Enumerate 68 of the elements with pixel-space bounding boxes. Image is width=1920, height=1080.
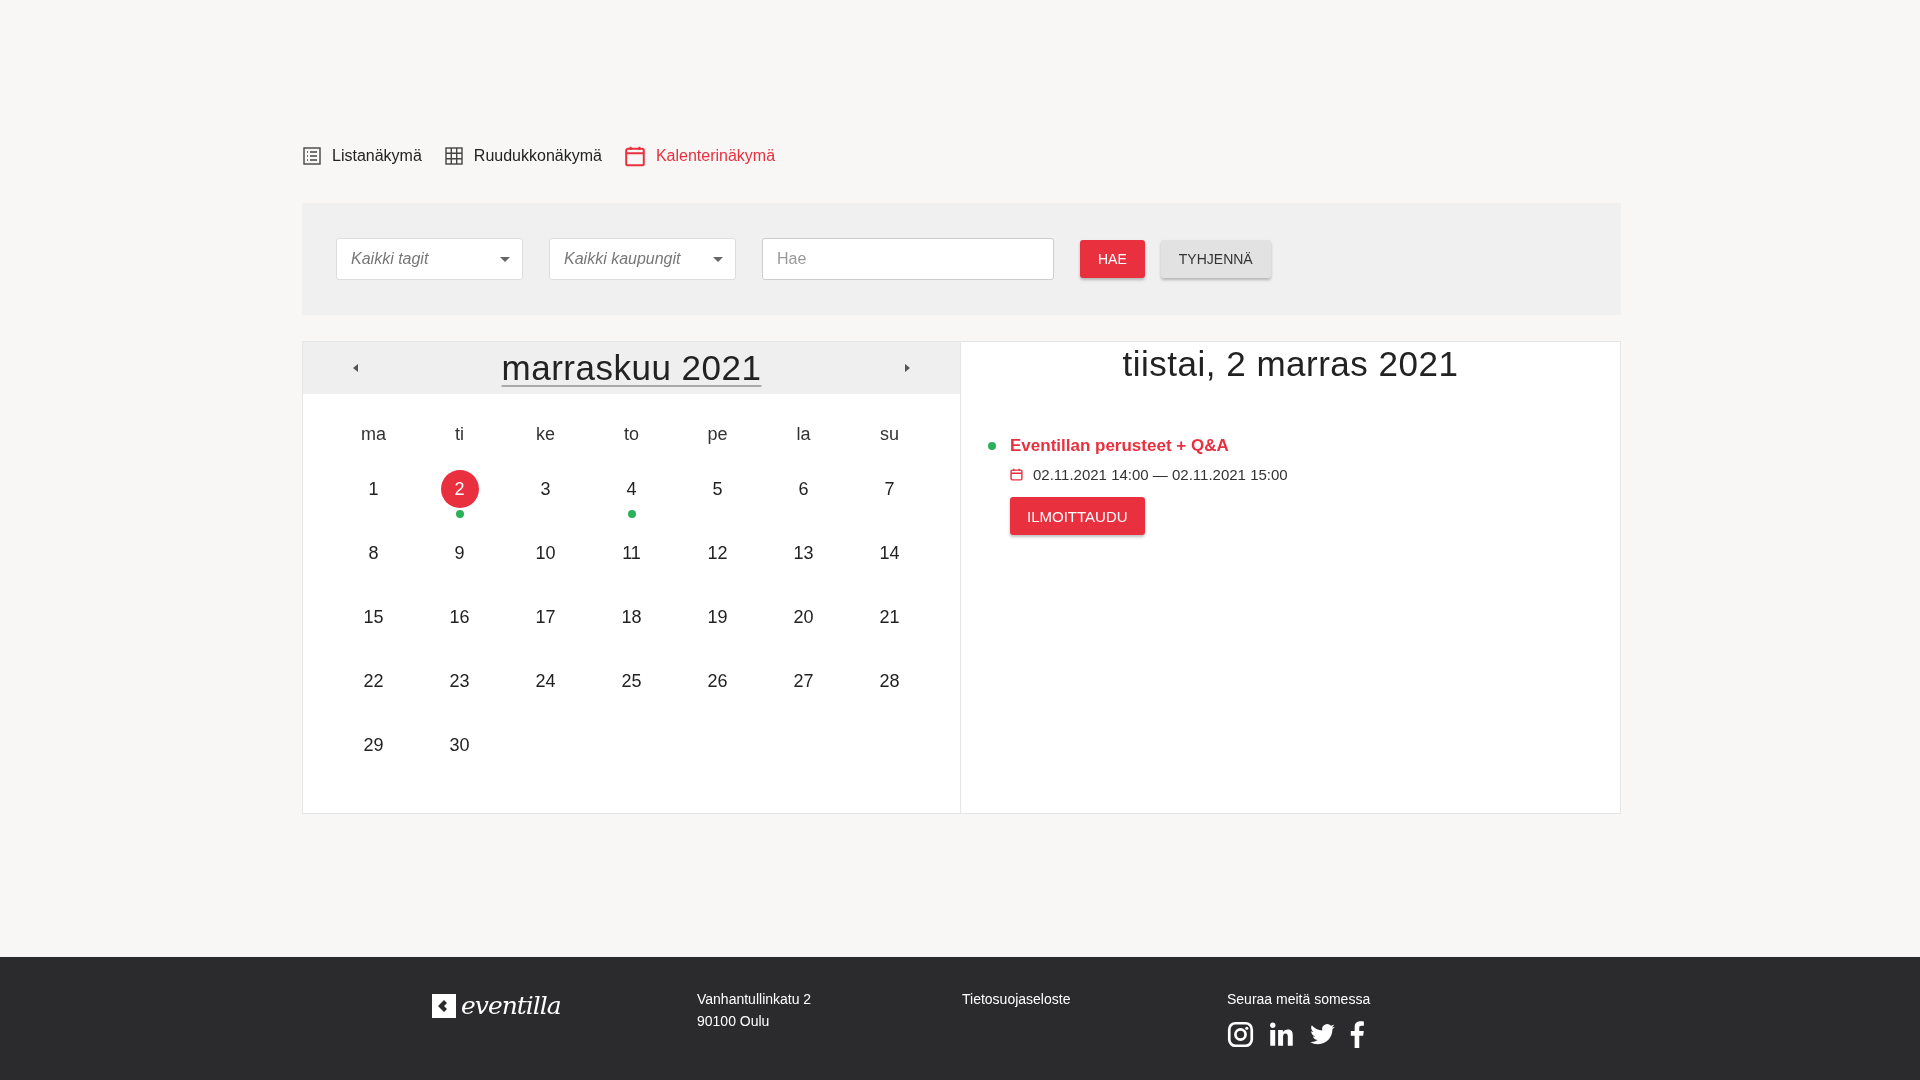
- clear-button[interactable]: TYHJENNÄ: [1160, 240, 1271, 278]
- day-number[interactable]: 15: [354, 598, 393, 636]
- weekday-label: la: [795, 422, 812, 446]
- day-number[interactable]: 7: [870, 470, 909, 508]
- day-number[interactable]: 12: [698, 534, 737, 572]
- weekday-label: ti: [454, 422, 465, 446]
- view-tab[interactable]: Listanäkymä: [302, 146, 422, 166]
- weekday-label: su: [879, 422, 900, 446]
- selected-day-title: tiistai, 2 marras 2021: [1121, 343, 1460, 384]
- calendar-icon: [1010, 468, 1023, 481]
- instagram-icon[interactable]: [1227, 1021, 1254, 1048]
- day-number[interactable]: 2: [440, 470, 479, 508]
- day-number[interactable]: 4: [612, 470, 651, 508]
- day-number[interactable]: 24: [526, 662, 565, 700]
- day-number[interactable]: 11: [612, 534, 651, 572]
- day-number[interactable]: 13: [784, 534, 823, 572]
- day-number[interactable]: 25: [612, 662, 651, 700]
- register-button[interactable]: ILMOITTAUDU: [1010, 497, 1145, 535]
- caret-icon: [500, 256, 510, 262]
- event-time: 02.11.2021 14:00 — 02.11.2021 15:00: [1033, 466, 1288, 483]
- tags-dropdown[interactable]: Kaikki tagit: [336, 238, 523, 280]
- day-number[interactable]: 27: [784, 662, 823, 700]
- address-line: 90100 Oulu: [697, 1013, 771, 1029]
- day-number[interactable]: 19: [698, 598, 737, 636]
- day-number[interactable]: 28: [870, 662, 909, 700]
- logo-text[interactable]: eventilla: [461, 991, 561, 1020]
- day-number[interactable]: 8: [354, 534, 393, 572]
- day-number[interactable]: 30: [440, 726, 479, 764]
- day-number[interactable]: 5: [698, 470, 737, 508]
- search-field[interactable]: Hae: [762, 238, 1054, 280]
- day-number[interactable]: 29: [354, 726, 393, 764]
- linkedin-icon[interactable]: [1268, 1021, 1295, 1048]
- day-number[interactable]: 18: [612, 598, 651, 636]
- day-number[interactable]: 16: [440, 598, 479, 636]
- day-number[interactable]: 1: [354, 470, 393, 508]
- privacy-link[interactable]: Tietosuojaseloste: [962, 991, 1227, 1007]
- day-number[interactable]: 10: [526, 534, 565, 572]
- weekday-label: ma: [360, 422, 387, 446]
- facebook-icon[interactable]: [1350, 1021, 1364, 1048]
- event-title-link[interactable]: Eventillan perusteet + Q&A: [1010, 436, 1229, 456]
- day-number[interactable]: 23: [440, 662, 479, 700]
- logo-icon: [432, 993, 456, 1018]
- day-number[interactable]: 9: [440, 534, 479, 572]
- day-number[interactable]: 17: [526, 598, 565, 636]
- day-number[interactable]: 21: [870, 598, 909, 636]
- view-tab[interactable]: Ruudukkonäkymä: [443, 146, 602, 166]
- day-number[interactable]: 3: [526, 470, 565, 508]
- social-heading: Seuraa meitä somessa: [1227, 991, 1372, 1007]
- list-icon: [302, 146, 322, 166]
- weekday-label: to: [623, 422, 640, 446]
- day-number[interactable]: 6: [784, 470, 823, 508]
- day-number[interactable]: 14: [870, 534, 909, 572]
- day-number[interactable]: 22: [354, 662, 393, 700]
- city-dropdown[interactable]: Kaikki kaupungit: [549, 238, 736, 280]
- caret-icon: [713, 256, 723, 262]
- day-number[interactable]: 26: [698, 662, 737, 700]
- day-number[interactable]: 20: [784, 598, 823, 636]
- event-dot: [988, 442, 996, 450]
- view-tab[interactable]: Kalenterinäkymä: [623, 145, 776, 167]
- next-month-icon[interactable]: [905, 364, 910, 372]
- month-title: marraskuu 2021: [501, 348, 762, 388]
- search-button[interactable]: HAE: [1080, 240, 1145, 278]
- previous-month-icon[interactable]: [353, 364, 358, 372]
- address-line: Vanhantullinkatu 2: [697, 991, 813, 1007]
- weekday-label: ke: [535, 422, 556, 446]
- calendar-icon: [623, 145, 646, 167]
- weekday-label: pe: [706, 422, 729, 446]
- grid-icon: [443, 146, 464, 166]
